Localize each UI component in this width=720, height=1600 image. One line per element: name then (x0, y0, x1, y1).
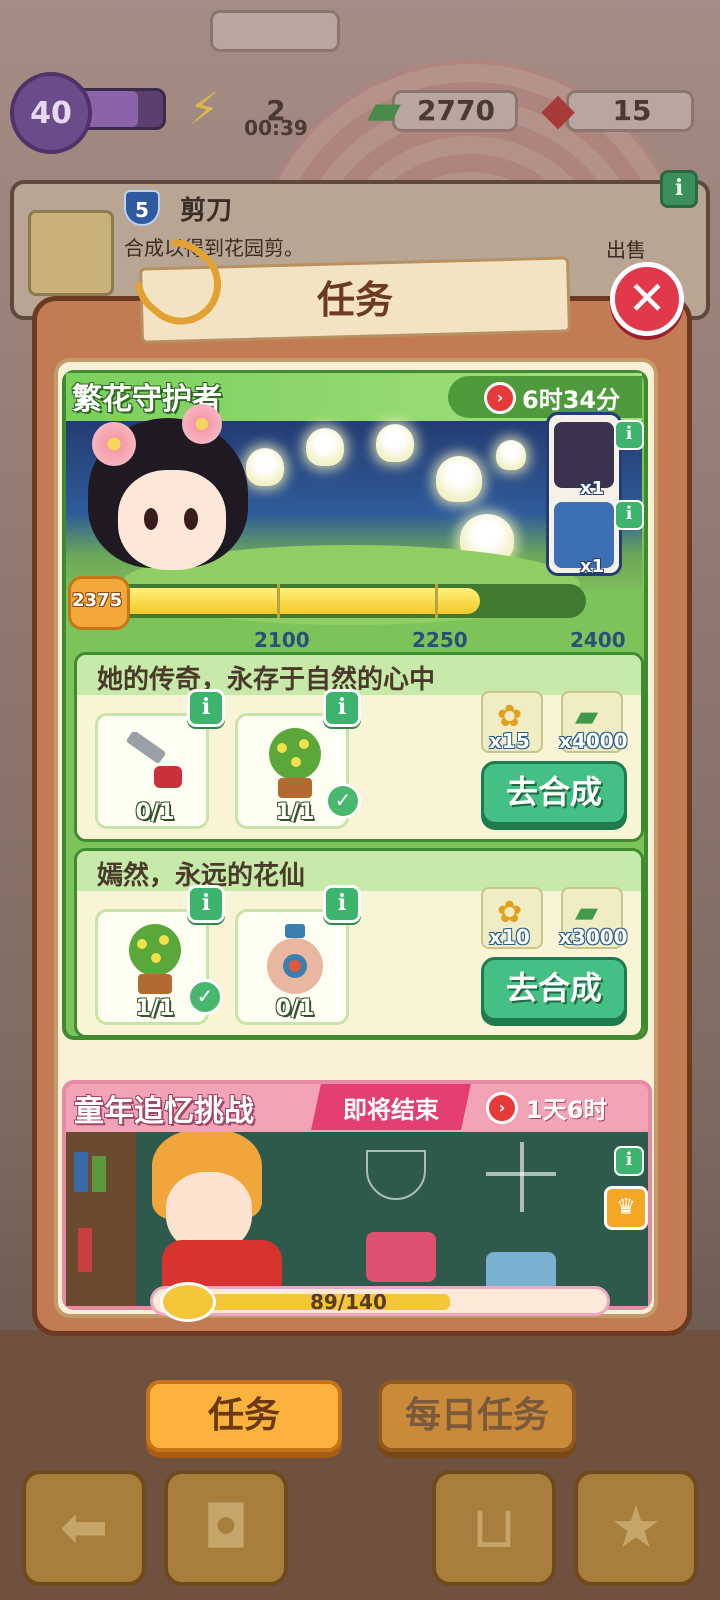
event-info-icon[interactable]: i (614, 1146, 644, 1176)
book-stack (366, 1232, 436, 1282)
character-eye (184, 508, 198, 530)
item-count: 1/1 (135, 996, 175, 1021)
lily-flower-icon (376, 424, 414, 462)
cash-value: 2770 (417, 94, 495, 127)
backpack-button[interactable]: ◘ (164, 1470, 288, 1586)
task-item-slot[interactable]: 0/1 (235, 909, 349, 1025)
item-level-badge: 5 (124, 190, 160, 226)
sell-label[interactable]: 出售 (606, 234, 646, 263)
back-arrow-icon: ⬅ (59, 1493, 109, 1561)
scissors-icon (28, 210, 114, 296)
event-timer: 6时34分 (522, 386, 621, 414)
ending-soon-label: 即将结束 (343, 1096, 439, 1124)
lily-flower-icon (306, 428, 344, 466)
item-info-icon[interactable]: i (660, 170, 698, 208)
reward-count: x1 (580, 478, 605, 499)
close-button[interactable]: ✕ (610, 262, 684, 336)
reward-amount: x15 (489, 729, 530, 753)
event-title: 童年追忆挑战 (74, 1094, 254, 1129)
character-face (118, 470, 226, 570)
clipboard-star-icon: ★ (610, 1493, 662, 1561)
checkmark-icon: ✓ (325, 783, 361, 819)
checkmark-icon: ✓ (187, 979, 223, 1015)
character-eye (144, 508, 158, 530)
close-icon: ✕ (627, 271, 667, 325)
flower-bush-icon (256, 724, 334, 802)
reward-info-icon[interactable]: i (614, 500, 644, 530)
clock-icon: › (486, 1092, 518, 1124)
item-info-icon[interactable]: i (187, 689, 225, 727)
lily-flower-icon (436, 456, 482, 502)
trophy-icon[interactable]: ♛ (604, 1186, 648, 1230)
lily-flower-icon (496, 440, 526, 470)
item-info-icon[interactable]: i (323, 689, 361, 727)
item-count: 1/1 (275, 800, 315, 825)
tab-tasks[interactable]: 任务 (146, 1380, 342, 1452)
reward-amount: x4000 (559, 729, 628, 753)
item-info-icon[interactable]: i (323, 885, 361, 923)
event-progress-fill (100, 588, 480, 614)
go-merge-button[interactable]: 去合成 (481, 957, 627, 1021)
orders-button[interactable]: ★ (574, 1470, 698, 1586)
hair-flower-icon (182, 404, 222, 444)
book (78, 1228, 92, 1272)
back-button[interactable]: ⬅ (22, 1470, 146, 1586)
energy-timer: 00:39 (244, 116, 308, 140)
reward-count: x1 (580, 556, 605, 577)
level-badge[interactable]: 40 (10, 72, 92, 154)
task-card: 嫣然，永远的花仙 1/1 0/1 i i ✓ ✿ ▰ x10 x3000 去合成 (74, 848, 644, 1038)
reward-amount: x3000 (559, 925, 628, 949)
book (92, 1156, 106, 1192)
item-count: 0/1 (275, 996, 315, 1021)
milestone-label: 2250 (412, 628, 468, 652)
tab-daily-tasks[interactable]: 每日任务 (378, 1380, 576, 1452)
chalk-drawing (520, 1142, 524, 1212)
lily-flower-icon (246, 448, 284, 486)
item-info-icon[interactable]: i (187, 885, 225, 923)
milestone-label: 2100 (254, 628, 310, 652)
event-timer: 1天6时 (526, 1096, 608, 1124)
milestone-label: 2400 (570, 628, 626, 652)
hair-flower-icon (92, 422, 136, 466)
task-item-slot[interactable]: 0/1 (95, 713, 209, 829)
flower-bush-icon (116, 920, 194, 998)
book (74, 1152, 88, 1192)
energy-bar[interactable] (210, 10, 340, 52)
go-merge-button[interactable]: 去合成 (481, 761, 627, 825)
vase-icon (258, 920, 332, 1000)
panel-title: 任务 (316, 278, 393, 322)
basket-icon: ⊔ (471, 1493, 517, 1561)
item-name: 剪刀 (180, 196, 233, 226)
backpack-icon: ◘ (203, 1493, 249, 1561)
score-value: 2375 (72, 590, 123, 611)
saw-icon (120, 730, 190, 802)
task-card: 她的传奇，永存于自然的心中 0/1 1/1 i i ✓ ✿ ▰ x15 x400… (74, 652, 644, 842)
medal-icon (160, 1282, 216, 1322)
reward-amount: x10 (489, 925, 530, 949)
shop-button[interactable]: ⊔ (432, 1470, 556, 1586)
item-count: 0/1 (135, 800, 175, 825)
task-title: 她的传奇，永存于自然的心中 (97, 665, 436, 695)
reward-info-icon[interactable]: i (614, 420, 644, 450)
chalk-drawing (366, 1150, 426, 1200)
gems-value: 15 (612, 94, 652, 127)
challenge-progress-text: 89/140 (310, 1290, 387, 1314)
classroom-banner-image (66, 1132, 648, 1306)
level-value: 40 (30, 95, 72, 131)
clock-icon: › (484, 382, 516, 414)
milestone-tick (435, 584, 438, 618)
milestone-tick (277, 584, 280, 618)
